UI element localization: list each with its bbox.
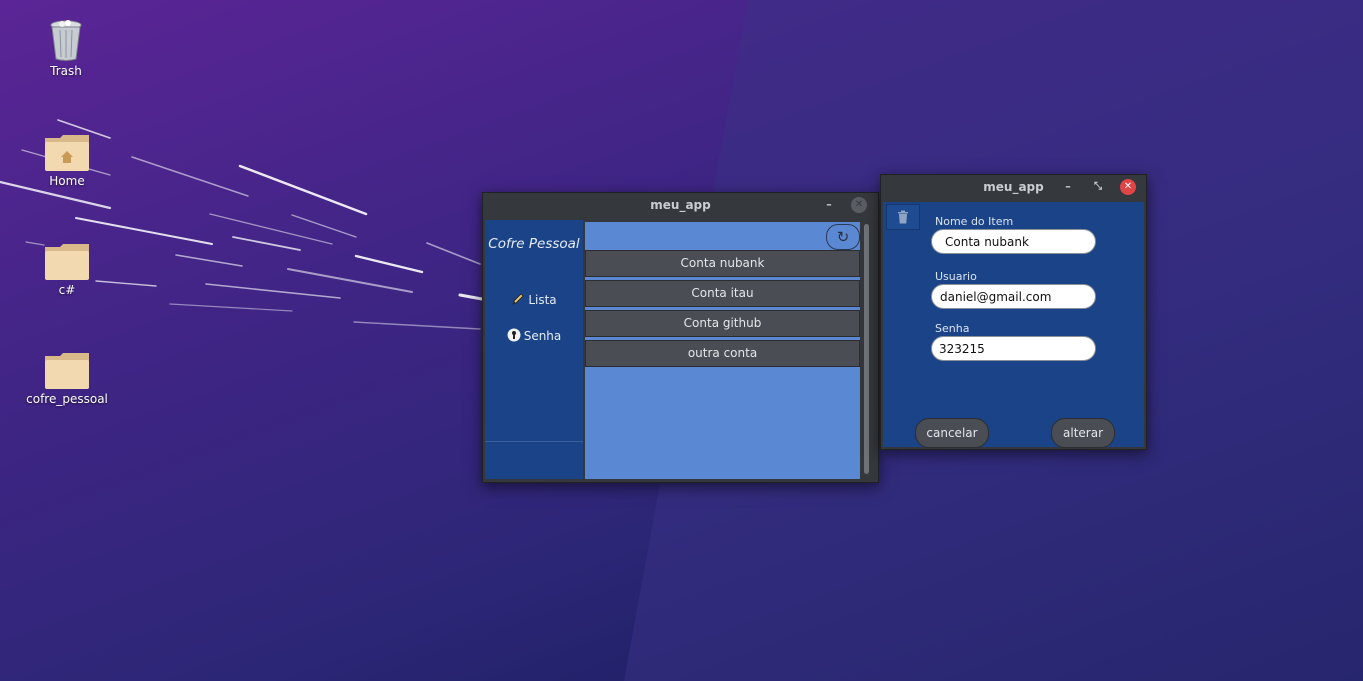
window-title: meu_app	[983, 180, 1044, 194]
key-icon	[507, 328, 521, 345]
desktop-icon-cofre-pessoal[interactable]: cofre_pessoal	[12, 352, 122, 406]
sidebar-item-label: Lista	[528, 293, 557, 307]
close-button[interactable]: ✕	[1120, 179, 1136, 195]
desktop-icon-label: c#	[58, 283, 76, 297]
sidebar-item-label: Senha	[523, 329, 562, 343]
home-folder-icon	[45, 135, 89, 171]
field-label-usuario: Usuario	[935, 270, 977, 283]
folder-icon	[45, 353, 89, 389]
list-item[interactable]: Conta itau	[585, 280, 860, 307]
list-item[interactable]: outra conta	[585, 340, 860, 367]
pencil-icon	[511, 292, 525, 309]
username-input[interactable]: daniel@gmail.com	[931, 284, 1096, 309]
desktop: Trash Home c# cofre_pessoal meu_app – ✕	[0, 0, 1363, 681]
trash-icon	[898, 210, 908, 224]
account-list: ↻ Conta nubank Conta itau Conta github o…	[585, 222, 860, 479]
desktop-icon-trash[interactable]: Trash	[11, 18, 121, 78]
edit-window-titlebar[interactable]: meu_app – ⤡ ✕	[881, 175, 1146, 201]
close-button[interactable]: ✕	[851, 197, 867, 213]
main-window: meu_app – ✕ Cofre Pessoal Lista Senha ↻ …	[482, 192, 879, 483]
main-window-titlebar[interactable]: meu_app – ✕	[483, 193, 878, 219]
cancel-button[interactable]: cancelar	[915, 418, 989, 448]
sidebar-item-lista[interactable]: Lista	[485, 292, 583, 309]
minimize-button[interactable]: –	[821, 197, 837, 213]
edit-window: meu_app – ⤡ ✕ Nome do Item Conta nubank …	[880, 174, 1147, 450]
folder-icon	[45, 244, 89, 280]
field-label-senha: Senha	[935, 322, 970, 335]
restore-button[interactable]: ⤡	[1090, 179, 1106, 195]
desktop-icon-label: Home	[49, 174, 85, 188]
sidebar-title: Cofre Pessoal	[488, 236, 580, 252]
refresh-icon: ↻	[836, 228, 850, 246]
edit-form: Nome do Item Conta nubank Usuario daniel…	[883, 202, 1144, 448]
list-scrollbar[interactable]	[864, 224, 869, 474]
sidebar-item-senha[interactable]: Senha	[485, 328, 583, 345]
minimize-button[interactable]: –	[1060, 179, 1076, 195]
window-title: meu_app	[650, 198, 711, 212]
list-item[interactable]: Conta nubank	[585, 250, 860, 277]
item-name-input[interactable]: Conta nubank	[931, 229, 1096, 254]
sidebar: Cofre Pessoal Lista Senha	[485, 220, 583, 479]
sidebar-divider	[485, 441, 583, 442]
desktop-icon-csharp[interactable]: c#	[12, 243, 122, 297]
list-item[interactable]: Conta github	[585, 310, 860, 337]
desktop-icon-home[interactable]: Home	[12, 134, 122, 188]
refresh-button[interactable]: ↻	[826, 224, 860, 250]
alter-button[interactable]: alterar	[1051, 418, 1115, 448]
delete-button[interactable]	[886, 204, 920, 230]
trash-icon	[50, 20, 82, 61]
field-label-nome: Nome do Item	[935, 215, 1014, 228]
password-input[interactable]: 323215	[931, 336, 1096, 361]
desktop-icon-label: Trash	[50, 64, 82, 78]
desktop-icon-label: cofre_pessoal	[26, 392, 108, 406]
